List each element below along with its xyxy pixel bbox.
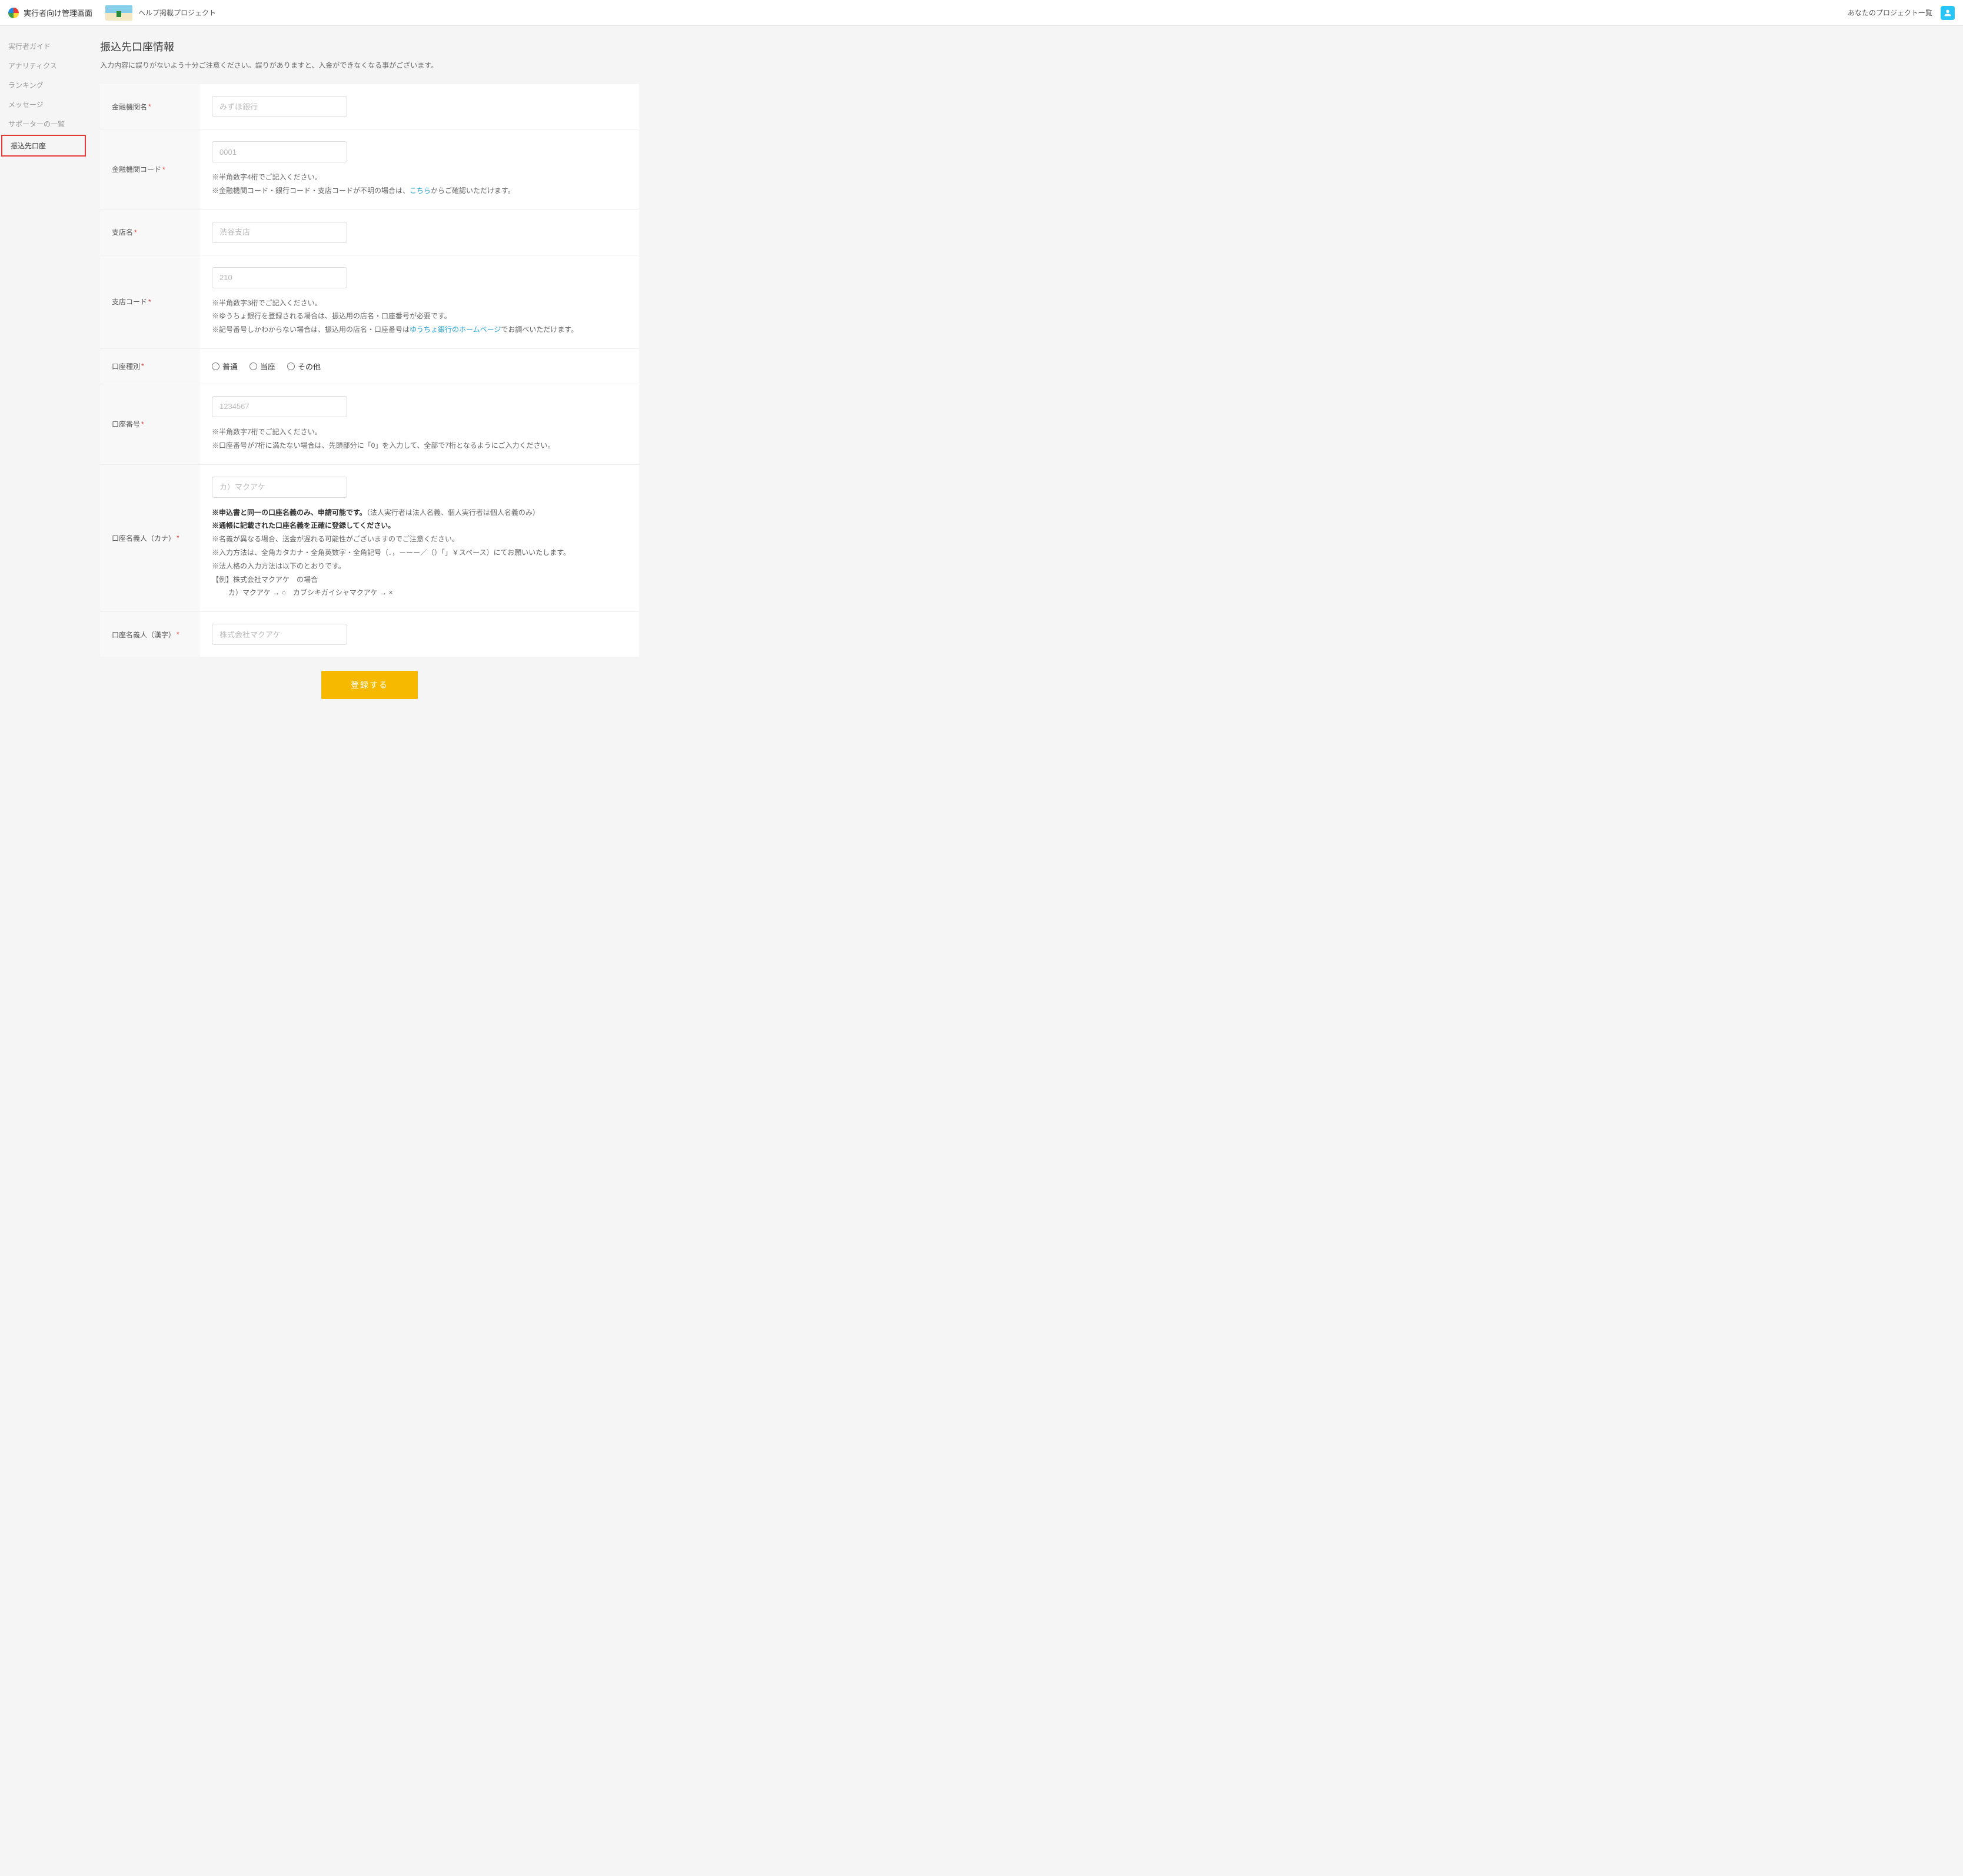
input-branch-name[interactable]	[212, 222, 347, 243]
input-account-number[interactable]	[212, 396, 347, 417]
help-holder-kana-2: ※通帳に記載された口座名義を正確に登録してください。	[212, 519, 627, 533]
input-bank-name[interactable]	[212, 96, 347, 117]
label-account-type: 口座種別*	[100, 349, 200, 384]
user-avatar-icon[interactable]	[1941, 6, 1955, 20]
row-bank-code: 金融機関コード* ※半角数字4桁でご記入ください。 ※金融機関コード・銀行コード…	[100, 129, 639, 210]
account-type-radio-group: 普通 当座 その他	[212, 361, 627, 372]
help-holder-kana-3: ※名義が異なる場合、送金が遅れる可能性がございますのでご注意ください。	[212, 533, 627, 546]
submit-area: 登録する	[100, 657, 639, 705]
app-title: 実行者向け管理画面	[24, 7, 92, 18]
app-logo-icon	[8, 8, 19, 18]
help-holder-kana-1: ※申込書と同一の口座名義のみ、申請可能です。（法人実行者は法人名義、個人実行者は…	[212, 506, 627, 520]
help-bank-code-1: ※半角数字4桁でご記入ください。	[212, 171, 627, 184]
radio-option-ordinary[interactable]: 普通	[212, 361, 238, 372]
label-holder-kanji: 口座名義人（漢字）*	[100, 612, 200, 657]
page-subtitle: 入力内容に誤りがないよう十分ご注意ください。誤りがありますと、入金ができなくなる…	[100, 60, 639, 70]
project-name[interactable]: ヘルプ掲載プロジェクト	[138, 8, 216, 18]
sidebar-item-supporters[interactable]: サポーターの一覧	[0, 114, 87, 134]
label-branch-code: 支店コード*	[100, 255, 200, 348]
header: 実行者向け管理画面 ヘルプ掲載プロジェクト あなたのプロジェクト一覧	[0, 0, 1963, 26]
radio-other[interactable]	[287, 362, 295, 370]
help-holder-kana-4: ※入力方法は、全角カタカナ・全角英数字・全角記号（．，－ーー／（）「」￥スペース…	[212, 546, 627, 560]
help-branch-code-3: ※記号番号しかわからない場合は、振込用の店名・口座番号はゆうちょ銀行のホームペー…	[212, 323, 627, 337]
sidebar-item-guide[interactable]: 実行者ガイド	[0, 36, 87, 56]
row-holder-kanji: 口座名義人（漢字）*	[100, 612, 639, 657]
submit-button[interactable]: 登録する	[321, 671, 418, 699]
help-holder-kana-5: ※法人格の入力方法は以下のとおりです。	[212, 560, 627, 573]
radio-option-current[interactable]: 当座	[249, 361, 275, 372]
row-branch-code: 支店コード* ※半角数字3桁でご記入ください。 ※ゆうちょ銀行を登録される場合は…	[100, 255, 639, 349]
input-bank-code[interactable]	[212, 141, 347, 162]
project-thumbnail[interactable]	[105, 5, 132, 21]
help-bank-code-2: ※金融機関コード・銀行コード・支店コードが不明の場合は、こちらからご確認いただけ…	[212, 184, 627, 198]
projects-list-link[interactable]: あなたのプロジェクト一覧	[1848, 8, 1932, 18]
help-holder-kana-6: 【例】株式会社マクアケ の場合	[212, 573, 627, 587]
input-holder-kana[interactable]	[212, 477, 347, 498]
main-content: 振込先口座情報 入力内容に誤りがないよう十分ご注意ください。誤りがありますと、入…	[87, 26, 652, 729]
sidebar-item-message[interactable]: メッセージ	[0, 95, 87, 114]
radio-option-other[interactable]: その他	[287, 361, 321, 372]
help-account-number-2: ※口座番号が7桁に満たない場合は、先頭部分に「0」を入力して、全部で7桁となるよ…	[212, 439, 627, 453]
row-account-type: 口座種別* 普通 当座 その他	[100, 349, 639, 384]
help-account-number-1: ※半角数字7桁でご記入ください。	[212, 425, 627, 439]
label-bank-code: 金融機関コード*	[100, 129, 200, 209]
help-holder-kana-7: カ）マクアケ → ○ カブシキガイシャマクアケ → ×	[212, 586, 627, 600]
help-branch-code-2: ※ゆうちょ銀行を登録される場合は、振込用の店名・口座番号が必要です。	[212, 310, 627, 323]
radio-ordinary[interactable]	[212, 362, 219, 370]
label-branch-name: 支店名*	[100, 210, 200, 255]
bank-code-lookup-link[interactable]: こちら	[410, 187, 431, 195]
sidebar-item-ranking[interactable]: ランキング	[0, 75, 87, 95]
row-branch-name: 支店名*	[100, 210, 639, 255]
sidebar: 実行者ガイド アナリティクス ランキング メッセージ サポーターの一覧 振込先口…	[0, 26, 87, 729]
input-holder-kanji[interactable]	[212, 624, 347, 645]
label-bank-name: 金融機関名*	[100, 84, 200, 129]
label-holder-kana: 口座名義人（カナ）*	[100, 465, 200, 612]
input-branch-code[interactable]	[212, 267, 347, 288]
help-branch-code-1: ※半角数字3桁でご記入ください。	[212, 297, 627, 310]
yuucho-link[interactable]: ゆうちょ銀行のホームページ	[410, 325, 501, 334]
label-account-number: 口座番号*	[100, 384, 200, 464]
sidebar-item-analytics[interactable]: アナリティクス	[0, 56, 87, 75]
row-bank-name: 金融機関名*	[100, 84, 639, 129]
row-holder-kana: 口座名義人（カナ）* ※申込書と同一の口座名義のみ、申請可能です。（法人実行者は…	[100, 465, 639, 613]
form-card: 金融機関名* 金融機関コード* ※半角数字4桁でご記入ください。 ※金融機関コー…	[100, 84, 639, 657]
radio-current[interactable]	[249, 362, 257, 370]
row-account-number: 口座番号* ※半角数字7桁でご記入ください。 ※口座番号が7桁に満たない場合は、…	[100, 384, 639, 465]
sidebar-item-bank-account[interactable]: 振込先口座	[1, 135, 86, 157]
page-title: 振込先口座情報	[100, 39, 639, 54]
